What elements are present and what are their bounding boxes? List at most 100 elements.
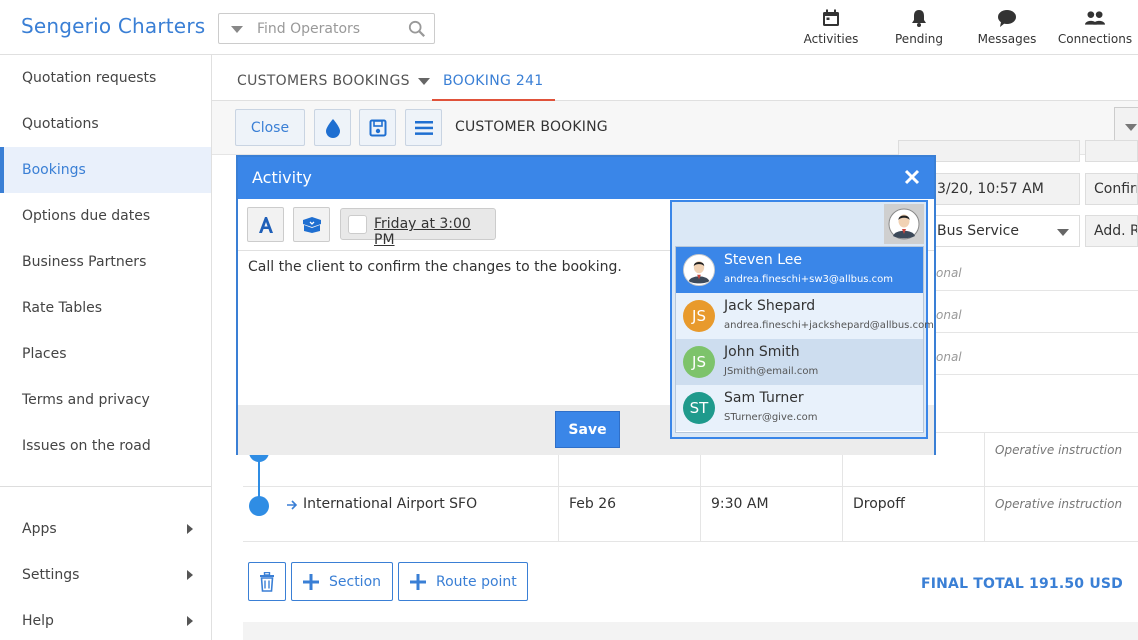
confirm-button[interactable]: Confirm	[1085, 173, 1138, 205]
list-item[interactable]: JS John Smith JSmith@email.com	[676, 339, 923, 385]
sidebar-item-business-partners[interactable]: Business Partners	[0, 239, 211, 285]
user-name: Sam Turner	[724, 390, 804, 406]
due-checkbox[interactable]	[348, 215, 367, 234]
sidebar: Quotation requests Quotations Bookings O…	[0, 55, 212, 640]
final-total: FINAL TOTAL 191.50 USD	[920, 576, 1123, 592]
chat-icon	[998, 10, 1016, 27]
sidebar-divider	[0, 486, 211, 487]
close-icon[interactable]	[902, 167, 922, 187]
assignee-avatar-button[interactable]	[884, 204, 924, 244]
page-title: CUSTOMER BOOKING	[455, 119, 608, 135]
service-select[interactable]: Bus Service	[928, 215, 1080, 247]
color-button[interactable]	[314, 109, 351, 146]
nav-messages[interactable]: Messages	[967, 8, 1047, 46]
operator-search[interactable]	[218, 13, 435, 44]
add-route-point-label: Route point	[436, 573, 517, 590]
floppy-disk-icon	[369, 119, 386, 136]
search-dropdown-caret-icon[interactable]	[231, 26, 243, 33]
nav-label: Connections	[1057, 32, 1133, 46]
table-row[interactable]: International Airport SFO Feb 26 9:30 AM…	[243, 487, 1138, 542]
chevron-right-icon	[187, 616, 193, 626]
add-section-label: Section	[329, 573, 382, 590]
top-header: Sengerio Charters Activities Pending Mes…	[0, 0, 1138, 55]
tab-label: CUSTOMERS BOOKINGS	[237, 73, 410, 89]
search-input[interactable]	[257, 18, 397, 40]
sidebar-item-terms-and-privacy[interactable]: Terms and privacy	[0, 377, 211, 423]
nav-connections[interactable]: Connections	[1055, 8, 1135, 46]
modal-title: Activity	[252, 168, 312, 187]
assignee-list: Steven Lee andrea.fineschi+sw3@allbus.co…	[675, 246, 934, 433]
optional-placeholder: onal	[936, 308, 962, 322]
user-email: JSmith@email.com	[724, 366, 819, 377]
nav-activities[interactable]: Activities	[791, 8, 871, 46]
sidebar-item-options-due-dates[interactable]: Options due dates	[0, 193, 211, 239]
add-route-button[interactable]: Add. Ro	[1085, 215, 1138, 247]
chevron-down-icon	[1057, 229, 1069, 236]
service-select-value: Bus Service	[937, 223, 1019, 239]
sidebar-item-apps[interactable]: Apps	[0, 506, 211, 552]
text-format-button[interactable]	[247, 207, 284, 242]
user-name: Jack Shepard	[724, 298, 816, 314]
brand-title[interactable]: Sengerio Charters	[21, 14, 205, 38]
modal-header: Activity	[238, 157, 934, 199]
chevron-down-icon[interactable]	[417, 77, 430, 85]
user-name: Steven Lee	[724, 252, 802, 268]
calendar-icon	[823, 9, 839, 26]
route-note-cell[interactable]: Operative instruction	[984, 487, 1138, 542]
nav-label: Messages	[977, 32, 1037, 46]
menu-button[interactable]	[405, 109, 442, 146]
droplet-icon	[325, 118, 340, 138]
trash-icon	[260, 571, 274, 592]
plus-icon	[410, 573, 426, 590]
tab-customers-bookings[interactable]: CUSTOMERS BOOKINGS	[237, 55, 430, 101]
tab-booking[interactable]: BOOKING 241	[432, 55, 555, 101]
plus-icon	[303, 573, 319, 590]
sidebar-item-quotation-requests[interactable]: Quotation requests	[0, 55, 211, 101]
optional-placeholder: onal	[936, 350, 962, 364]
sidebar-item-places[interactable]: Places	[0, 331, 211, 377]
add-route-point-button[interactable]: Route point	[398, 562, 528, 601]
tab-bar: CUSTOMERS BOOKINGS BOOKING 241	[212, 55, 1138, 101]
sidebar-item-label: Settings	[22, 567, 80, 583]
users-icon	[1085, 11, 1105, 25]
add-section-button[interactable]: Section	[291, 562, 393, 601]
due-date-label[interactable]: Friday at 3:00 PM	[374, 216, 495, 248]
sidebar-item-help[interactable]: Help	[0, 598, 211, 640]
route-type-cell: Dropoff	[842, 487, 984, 542]
sidebar-item-bookings[interactable]: Bookings	[0, 147, 211, 193]
sidebar-item-issues-on-the-road[interactable]: Issues on the road	[0, 423, 211, 469]
row-divider	[928, 290, 1138, 291]
booking-datetime-field[interactable]: 3/20, 10:57 AM	[928, 173, 1080, 205]
route-place: International Airport SFO	[303, 496, 478, 512]
assignee-dropdown[interactable]: Steven Lee andrea.fineschi+sw3@allbus.co…	[670, 200, 934, 439]
due-date-chip[interactable]: Friday at 3:00 PM	[340, 208, 496, 248]
sidebar-item-rate-tables[interactable]: Rate Tables	[0, 285, 211, 331]
user-email: andrea.fineschi+sw3@allbus.com	[724, 274, 894, 285]
save-button[interactable]: Save	[555, 411, 620, 448]
route-point-marker[interactable]	[249, 496, 269, 516]
close-button[interactable]: Close	[235, 109, 305, 146]
hamburger-menu-icon	[414, 120, 433, 135]
list-item[interactable]: Steven Lee andrea.fineschi+sw3@allbus.co…	[676, 247, 923, 293]
route-note-cell[interactable]: Operative instruction	[984, 433, 1138, 488]
nav-label: Activities	[803, 32, 859, 46]
list-item[interactable]: JS Jack Shepard andrea.fineschi+jackshep…	[676, 293, 934, 339]
sidebar-item-label: Help	[22, 613, 54, 629]
sidebar-item-quotations[interactable]: Quotations	[0, 101, 211, 147]
archive-button[interactable]	[293, 207, 330, 242]
nav-label: Pending	[895, 32, 943, 46]
bottom-strip	[243, 622, 1138, 640]
route-date-cell: Feb 26	[558, 487, 700, 542]
nav-pending[interactable]: Pending	[879, 8, 959, 46]
delete-button[interactable]	[248, 562, 286, 601]
list-item[interactable]: ST Sam Turner STurner@give.com	[676, 385, 923, 431]
route-time-cell: 9:30 AM	[700, 487, 842, 542]
sidebar-item-settings[interactable]: Settings	[0, 552, 211, 598]
activity-text[interactable]: Call the client to confirm the changes t…	[248, 259, 622, 275]
arrow-right-icon	[287, 500, 298, 510]
save-icon-button[interactable]	[359, 109, 396, 146]
box-icon	[302, 216, 321, 233]
avatar-man-icon	[684, 255, 714, 285]
avatar: ST	[683, 392, 715, 424]
search-icon[interactable]	[408, 20, 426, 38]
